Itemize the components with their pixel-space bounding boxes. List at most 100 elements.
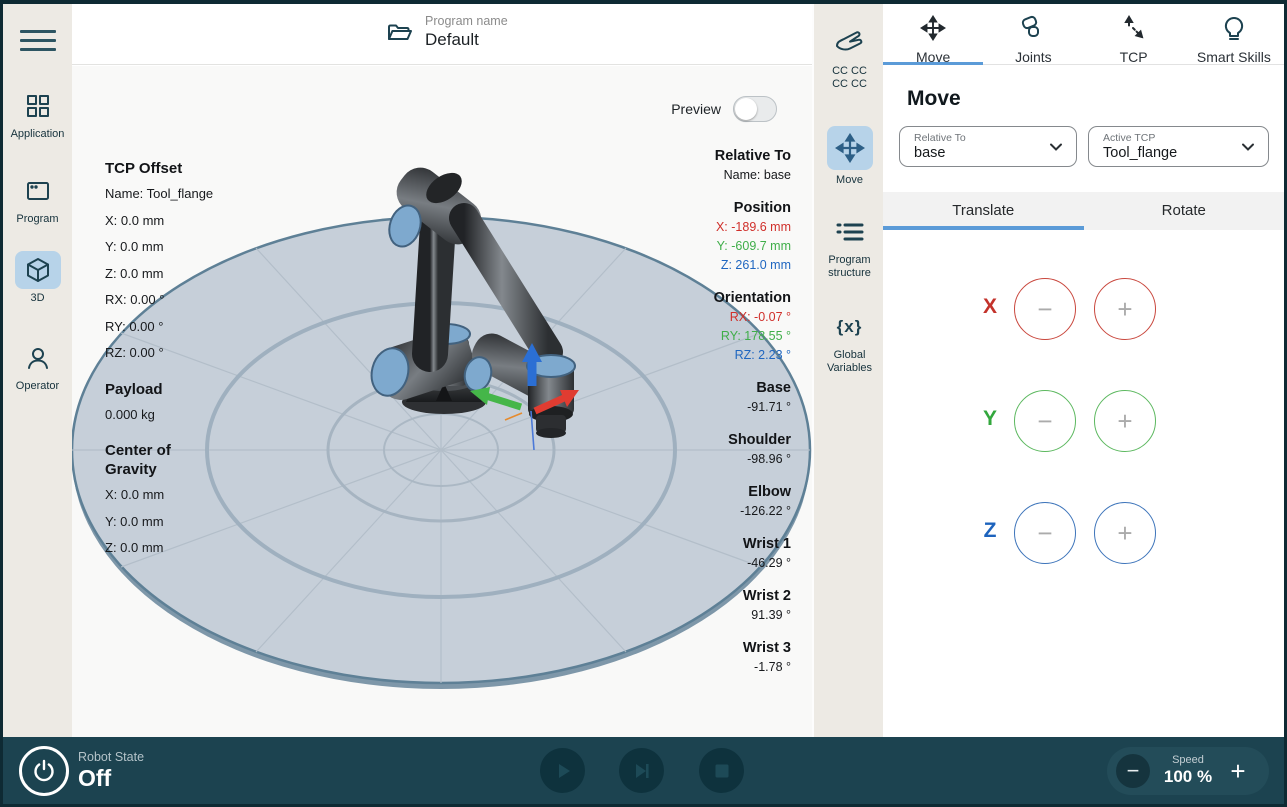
subtab-translate[interactable]: Translate	[883, 192, 1084, 230]
joint-value: -91.71 °	[714, 398, 791, 417]
left-sidebar: Application Program 3D Operator	[3, 4, 72, 737]
cog-row: X: 0.0 mm	[105, 482, 295, 509]
joint-value: 91.39 °	[714, 606, 791, 625]
x-minus-button[interactable]: −	[1014, 278, 1076, 340]
tab-smart-skills[interactable]: Smart Skills	[1184, 4, 1284, 64]
y-minus-button[interactable]: −	[1014, 390, 1076, 452]
sidebar-item-label: Operator	[3, 380, 72, 392]
program-name-label: Program name	[425, 14, 508, 28]
preview-label: Preview	[671, 101, 721, 117]
sidebar-item-program[interactable]: Program	[3, 172, 72, 225]
joint-label: Shoulder	[714, 430, 791, 450]
tcp-offset-row: Y: 0.0 mm	[105, 234, 295, 261]
sidebar-item-label: Application	[3, 128, 72, 140]
toolbar-item-freedrive[interactable]: CC CC CC CC	[814, 24, 885, 91]
axis-label-z: Z	[975, 519, 1005, 543]
subtab-rotate[interactable]: Rotate	[1084, 192, 1285, 230]
payload-title: Payload	[105, 380, 295, 399]
z-plus-button[interactable]: +	[1094, 502, 1156, 564]
orientation-rz: RZ: 2.23 °	[714, 346, 791, 365]
cube-icon	[15, 251, 61, 289]
speed-plus-button[interactable]: +	[1221, 754, 1255, 788]
translate-rotate-tabs: Translate Rotate	[883, 192, 1284, 230]
middle-toolbar: CC CC CC CC Move	[812, 4, 883, 737]
relative-to-title: Relative To	[714, 146, 791, 166]
joint-value: -1.78 °	[714, 658, 791, 677]
panel-title: Move	[907, 87, 961, 111]
axis-row-y: Y − +	[883, 390, 1284, 452]
toolbar-item-program-structure[interactable]: Program structure	[814, 214, 885, 280]
sidebar-item-label: Program	[3, 213, 72, 225]
joint-readout: Wrist 3 -1.78 °	[714, 638, 791, 677]
toolbar-item-label: structure	[814, 267, 885, 280]
active-tcp-select[interactable]: Active TCP Tool_flange	[1088, 126, 1269, 167]
sidebar-item-3d[interactable]: 3D	[3, 251, 72, 304]
toolbar-item-label: CC CC	[814, 65, 885, 78]
z-minus-button[interactable]: −	[1014, 502, 1076, 564]
tab-move[interactable]: Move	[883, 4, 983, 64]
sidebar-item-application[interactable]: Application	[3, 87, 72, 140]
robot-state-label: Robot State	[78, 750, 144, 764]
top-header: Program name Default	[72, 4, 812, 65]
move-arrows-icon	[920, 28, 946, 45]
position-x: X: -189.6 mm	[714, 218, 791, 237]
program-name-value: Default	[425, 30, 508, 50]
tcp-icon-tab[interactable]: TCP	[1084, 4, 1184, 64]
cog-title: Center of	[105, 441, 295, 460]
preview-toggle[interactable]	[733, 96, 777, 122]
tcp-icon	[1121, 28, 1147, 45]
grid-icon	[15, 87, 61, 125]
select-label: Relative To	[914, 132, 1042, 144]
sidebar-item-operator[interactable]: Operator	[3, 339, 72, 392]
relative-to-select[interactable]: Relative To base	[899, 126, 1077, 167]
joint-readout: Shoulder -98.96 °	[714, 430, 791, 469]
toolbar-item-move[interactable]: Move	[814, 126, 885, 187]
position-y: Y: -609.7 mm	[714, 237, 791, 256]
active-tab-underline	[883, 62, 983, 65]
pose-readout-panel: Relative To Name: base Position X: -189.…	[714, 146, 791, 690]
x-plus-button[interactable]: +	[1094, 278, 1156, 340]
axis-label-x: X	[975, 295, 1005, 319]
variables-icon: {x}	[827, 309, 873, 345]
skip-forward-button[interactable]	[619, 748, 664, 793]
robot-control-bar: Robot State Off − Speed 100 % +	[3, 737, 1284, 804]
tcp-offset-row: RZ: 0.00 °	[105, 340, 295, 367]
tcp-offset-row: Z: 0.0 mm	[105, 261, 295, 288]
joint-readout: Wrist 2 91.39 °	[714, 586, 791, 625]
hamburger-menu-icon[interactable]	[20, 24, 56, 52]
orientation-title: Orientation	[714, 288, 791, 308]
joint-readout: Base -91.71 °	[714, 378, 791, 417]
tcp-offset-row: Name: Tool_flange	[105, 181, 295, 208]
robot-state-value: Off	[78, 765, 111, 792]
y-plus-button[interactable]: +	[1094, 390, 1156, 452]
tcp-offset-row: RY: 0.00 °	[105, 314, 295, 341]
axis-row-x: X − +	[883, 278, 1284, 340]
toolbar-item-label: Global	[814, 349, 885, 362]
toolbar-item-global-variables[interactable]: {x} Global Variables	[814, 309, 885, 375]
3d-viewport[interactable]: Preview TCP Offset Name: Tool_flange X: …	[72, 66, 812, 737]
speed-control: − Speed 100 % +	[1107, 747, 1269, 795]
orientation-rx: RX: -0.07 °	[714, 308, 791, 327]
toggle-knob	[735, 98, 757, 120]
power-button[interactable]	[19, 746, 69, 796]
tab-joints[interactable]: Joints	[983, 4, 1083, 64]
stop-button[interactable]	[699, 748, 744, 793]
joint-label: Base	[714, 378, 791, 398]
freedrive-hand-icon	[827, 24, 873, 60]
lightbulb-icon	[1221, 28, 1247, 45]
program-name-control[interactable]: Program name Default	[387, 14, 508, 50]
sidebar-item-label: 3D	[3, 292, 72, 304]
joint-label: Wrist 2	[714, 586, 791, 606]
toolbar-item-label: Move	[814, 174, 885, 187]
joint-value: -46.29 °	[714, 554, 791, 573]
move-arrows-icon	[827, 126, 873, 170]
cog-row: Y: 0.0 mm	[105, 509, 295, 536]
folder-icon	[387, 21, 413, 50]
window-icon	[15, 172, 61, 210]
move-panel: Move Joints	[883, 4, 1284, 737]
joint-label: Elbow	[714, 482, 791, 502]
cog-row: Z: 0.0 mm	[105, 535, 295, 562]
axis-label-y: Y	[975, 407, 1005, 431]
play-button[interactable]	[540, 748, 585, 793]
joint-readout: Elbow -126.22 °	[714, 482, 791, 521]
